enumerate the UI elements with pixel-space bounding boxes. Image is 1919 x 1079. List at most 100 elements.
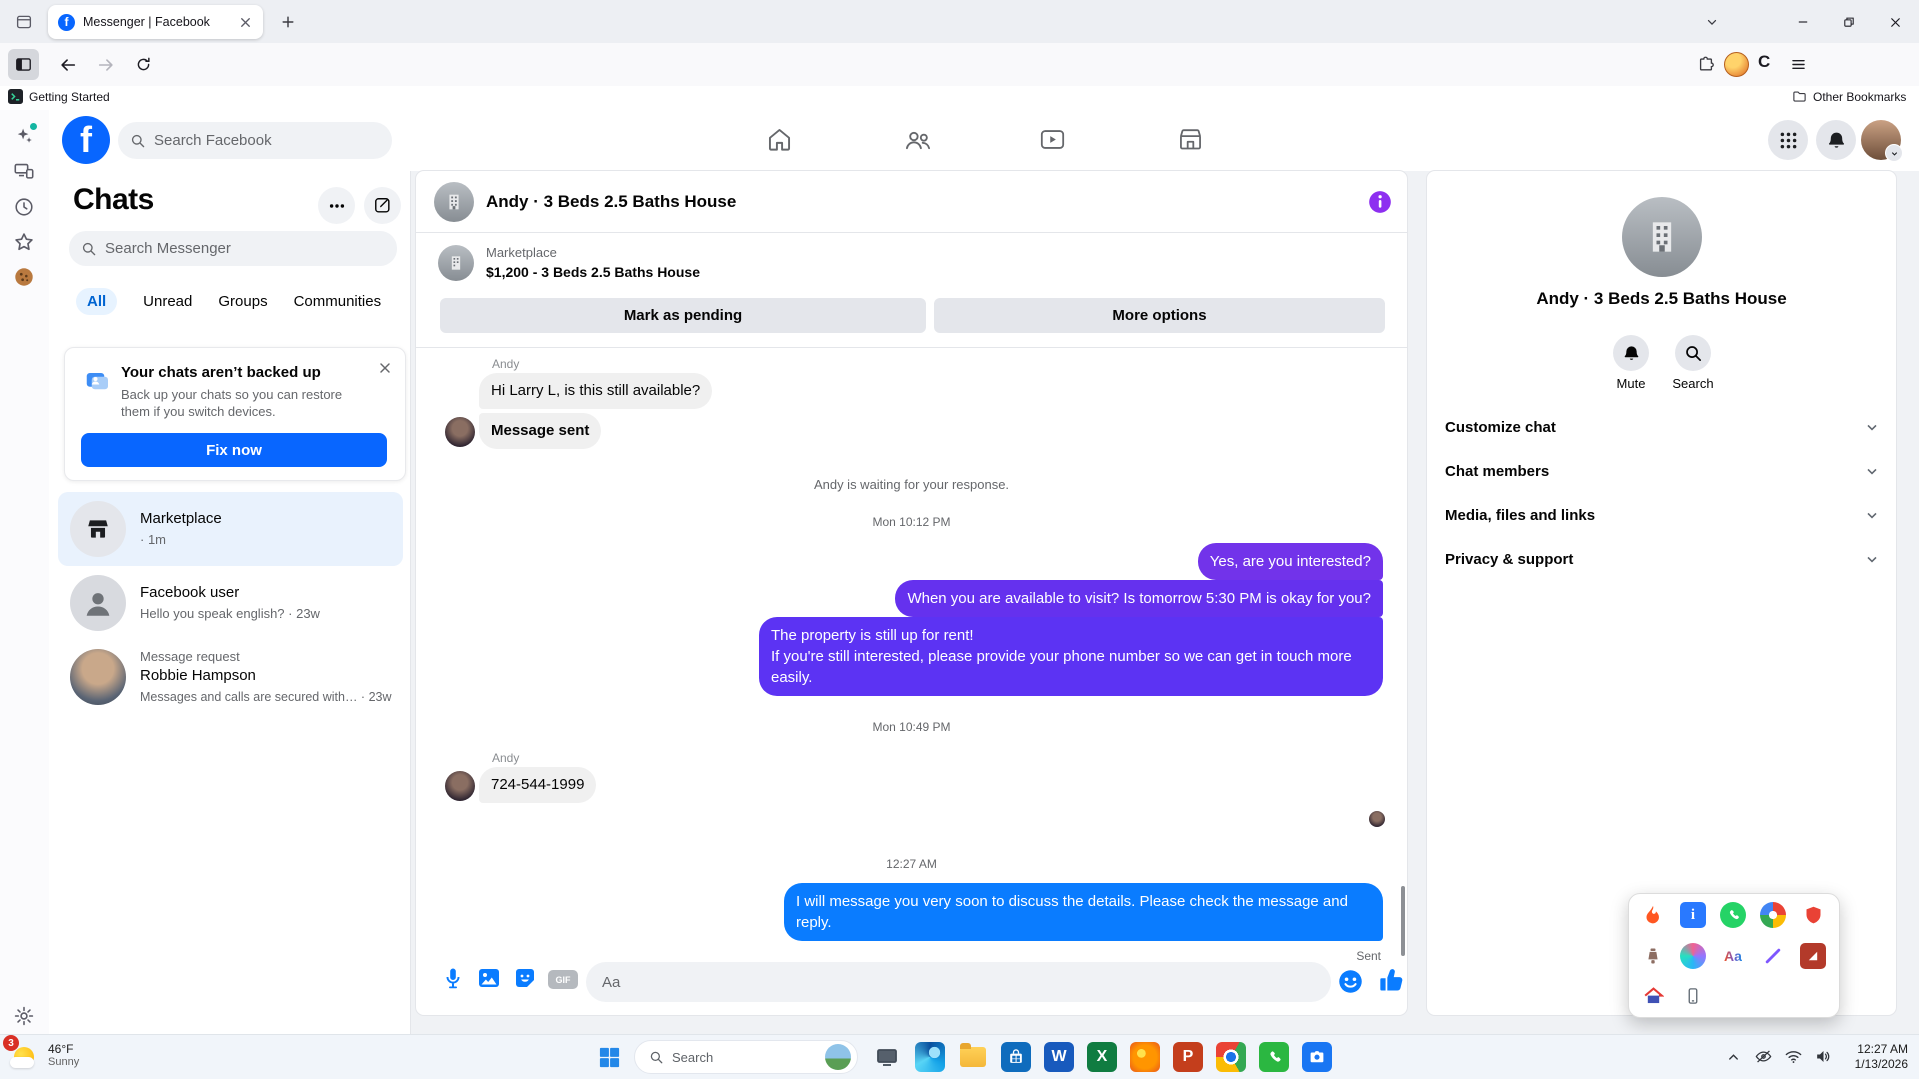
new-tab-button[interactable]: [276, 10, 300, 34]
taskbar-powerpoint-icon[interactable]: P: [1173, 1042, 1203, 1072]
tray-volume-icon[interactable]: [1814, 1047, 1833, 1066]
voice-message-button[interactable]: [441, 966, 467, 992]
section-customize-chat[interactable]: Customize chat: [1435, 405, 1890, 449]
nav-marketplace-icon[interactable]: [1177, 126, 1205, 154]
letters-icon[interactable]: Aa: [1720, 943, 1746, 969]
extensions-button[interactable]: [1692, 50, 1720, 78]
shield-extension-icon[interactable]: [1800, 902, 1826, 928]
chat-avatar-house[interactable]: [434, 182, 474, 222]
chats-options-button[interactable]: [318, 187, 355, 224]
settings-icon[interactable]: [13, 1005, 36, 1028]
nav-home-icon[interactable]: [766, 126, 794, 154]
weather-widget[interactable]: 3 46°F Sunny: [3, 1035, 79, 1071]
tray-eye-icon[interactable]: [1754, 1047, 1773, 1066]
chat-title[interactable]: Andy · 3 Beds 2.5 Baths House: [486, 192, 736, 212]
section-privacy-support[interactable]: Privacy & support: [1435, 537, 1890, 581]
section-chat-members[interactable]: Chat members: [1435, 449, 1890, 493]
messenger-search-input[interactable]: Search Messenger: [69, 231, 397, 266]
home-extension-icon[interactable]: [1640, 983, 1666, 1009]
emoji-button[interactable]: [1337, 968, 1364, 995]
more-options-button[interactable]: More options: [934, 298, 1385, 333]
close-window-button[interactable]: [1878, 8, 1912, 36]
tab-groups[interactable]: Groups: [218, 293, 267, 310]
conversation-row-marketplace[interactable]: Marketplace · 1m: [58, 492, 403, 566]
sidebar-toggle-button[interactable]: [8, 49, 39, 80]
search-in-conversation-button[interactable]: [1675, 335, 1711, 371]
tab-unread[interactable]: Unread: [143, 293, 192, 310]
taskbar-desktops-icon[interactable]: [872, 1042, 902, 1072]
back-button[interactable]: [52, 49, 83, 80]
tab-close-icon[interactable]: [238, 15, 253, 30]
taskbar-file-explorer-icon[interactable]: [958, 1042, 988, 1072]
red-box-icon[interactable]: [1800, 943, 1826, 969]
taskbar-edge-icon[interactable]: [915, 1042, 945, 1072]
message-incoming[interactable]: Message sent: [479, 413, 602, 449]
apps-menu-button[interactable]: [1768, 120, 1808, 160]
new-message-button[interactable]: [364, 187, 401, 224]
other-bookmarks[interactable]: Other Bookmarks: [1792, 89, 1906, 104]
synced-tabs-icon[interactable]: [13, 160, 36, 183]
taskbar-camera-app-icon[interactable]: [1302, 1042, 1332, 1072]
nav-friends-icon[interactable]: [904, 126, 932, 154]
flame-icon[interactable]: [1640, 902, 1666, 928]
pinwheel-icon[interactable]: [1760, 902, 1786, 928]
color-orb-icon[interactable]: [1680, 943, 1706, 969]
fix-now-button[interactable]: Fix now: [81, 433, 387, 467]
notifications-button[interactable]: [1816, 120, 1856, 160]
message-outgoing[interactable]: The property is still up for rent! If yo…: [759, 617, 1383, 696]
forward-button[interactable]: [90, 49, 121, 80]
message-outgoing[interactable]: When you are available to visit? Is tomo…: [895, 580, 1383, 617]
facebook-search-input[interactable]: Search Facebook: [118, 122, 392, 159]
feather-icon[interactable]: [1760, 943, 1786, 969]
cookie-extension-icon[interactable]: [13, 266, 36, 289]
mobile-phone-icon[interactable]: [1680, 983, 1706, 1009]
taskbar-search-box[interactable]: Search: [634, 1040, 858, 1074]
bookmarks-sidebar-icon[interactable]: [13, 231, 36, 254]
reload-button[interactable]: [128, 49, 159, 80]
tab-communities[interactable]: Communities: [294, 293, 382, 310]
info-extension-icon[interactable]: i: [1680, 902, 1706, 928]
message-outgoing[interactable]: Yes, are you interested?: [1197, 543, 1383, 580]
taskbar-whatsapp-icon[interactable]: [1259, 1042, 1289, 1072]
lantern-icon[interactable]: [1640, 943, 1666, 969]
facebook-logo[interactable]: f: [62, 116, 110, 164]
taskbar-firefox-icon[interactable]: [1130, 1042, 1160, 1072]
taskbar-excel-icon[interactable]: X: [1087, 1042, 1117, 1072]
ai-chatbot-icon[interactable]: [13, 123, 37, 147]
tab-all[interactable]: All: [76, 288, 118, 315]
like-button[interactable]: [1378, 966, 1406, 994]
listing-title[interactable]: $1,200 - 3 Beds 2.5 Baths House: [486, 264, 700, 280]
start-button[interactable]: [598, 1046, 621, 1069]
taskbar-chrome-icon[interactable]: [1216, 1042, 1246, 1072]
message-incoming[interactable]: Hi Larry L, is this still available?: [479, 373, 713, 409]
c-extension-icon[interactable]: C: [1758, 52, 1770, 72]
gif-button[interactable]: GIF: [548, 970, 578, 989]
taskbar-store-icon[interactable]: [1001, 1042, 1031, 1072]
menu-button[interactable]: [1784, 50, 1812, 78]
tray-wifi-icon[interactable]: [1784, 1047, 1803, 1066]
message-input[interactable]: Aa: [586, 962, 1331, 1002]
bookmark-getting-started[interactable]: Getting Started: [8, 89, 110, 104]
message-outgoing[interactable]: I will message you very soon to discuss …: [784, 883, 1383, 941]
dismiss-close-icon[interactable]: [377, 360, 393, 376]
minimize-button[interactable]: [1786, 8, 1820, 36]
browser-tab[interactable]: f Messenger | Facebook: [48, 5, 263, 39]
restore-button[interactable]: [1832, 8, 1866, 36]
conversation-row-robbie-hampson[interactable]: Message request Robbie Hampson Messages …: [58, 640, 403, 714]
conversation-info-icon[interactable]: [1367, 189, 1393, 215]
chat-scrollbar-thumb[interactable]: [1401, 886, 1405, 956]
tray-show-hidden-icons[interactable]: [1726, 1050, 1745, 1069]
mark-as-pending-button[interactable]: Mark as pending: [440, 298, 926, 333]
list-all-tabs-button[interactable]: [1700, 10, 1724, 34]
section-media-files-links[interactable]: Media, files and links: [1435, 493, 1890, 537]
mute-button[interactable]: [1613, 335, 1649, 371]
profile-avatar[interactable]: [1861, 120, 1903, 162]
sticker-button[interactable]: [513, 966, 539, 992]
message-incoming[interactable]: 724-544-1999: [479, 767, 597, 803]
attach-image-button[interactable]: [477, 966, 503, 992]
monkey-extension-icon[interactable]: [1724, 52, 1749, 77]
taskbar-word-icon[interactable]: W: [1044, 1042, 1074, 1072]
firefox-view-button[interactable]: [10, 8, 38, 36]
whatsapp-icon[interactable]: [1720, 902, 1746, 928]
conversation-row-facebook-user[interactable]: Facebook user Hello you speak english? ·…: [58, 566, 403, 640]
